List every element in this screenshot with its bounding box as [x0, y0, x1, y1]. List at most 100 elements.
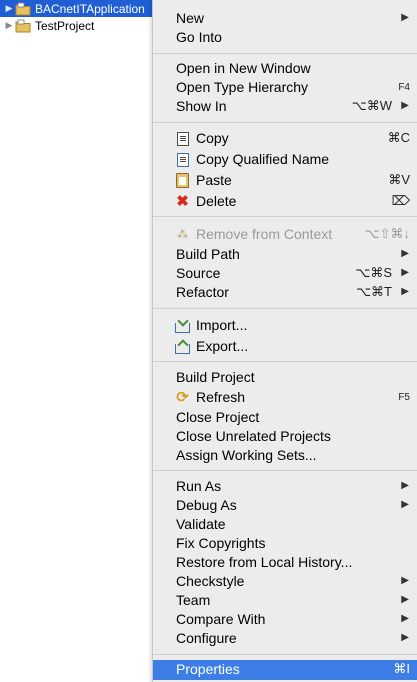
menu-item-build-path[interactable]: Build Path ▶ [153, 245, 417, 264]
delete-icon: ✖ [176, 193, 189, 210]
menu-item-remove-from-context[interactable]: ⁂ Remove from Context ⌥⇧⌘↓ [153, 225, 417, 244]
menu-item-open-type-hierarchy[interactable]: Open Type Hierarchy F4 [153, 78, 417, 97]
menu-item-fix-copyrights[interactable]: Fix Copyrights [153, 534, 417, 553]
submenu-arrow-icon: ▶ [401, 613, 409, 624]
menu-separator [153, 654, 417, 655]
menu-item-shortcut: ⌘C [387, 130, 410, 145]
menu-item-run-as[interactable]: Run As ▶ [153, 477, 417, 496]
menu-item-build-project[interactable]: Build Project [153, 368, 417, 387]
submenu-arrow-icon: ▶ [401, 267, 409, 278]
menu-item-shortcut: ⌥⌘S [355, 265, 392, 280]
menu-item-label: Remove from Context [196, 226, 333, 242]
menu-item-refresh[interactable]: ⟳ Refresh F5 [153, 388, 417, 407]
menu-item-open-in-new-window[interactable]: Open in New Window [153, 59, 417, 78]
submenu-arrow-icon: ▶ [401, 499, 409, 510]
paste-icon [175, 173, 190, 188]
menu-item-close-unrelated-projects[interactable]: Close Unrelated Projects [153, 427, 417, 446]
menu-item-label: Refresh [196, 389, 246, 405]
menu-item-label: Debug As [176, 497, 237, 513]
menu-item-label: New [176, 10, 205, 26]
eclipse-workspace: ▶ BACnetITApplication ▶ TestProject New … [0, 0, 417, 682]
menu-item-shortcut: ⌥⌘W [351, 98, 392, 113]
menu-item-checkstyle[interactable]: Checkstyle ▶ [153, 572, 417, 591]
expand-arrow-icon[interactable]: ▶ [3, 20, 15, 31]
project-folder-icon [15, 19, 31, 33]
menu-item-label: Compare With [176, 611, 266, 627]
menu-item-label: Close Project [176, 409, 260, 425]
menu-separator [153, 470, 417, 471]
menu-item-label: Checkstyle [176, 573, 245, 589]
menu-item-refactor[interactable]: Refactor ⌥⌘T ▶ [153, 283, 417, 302]
menu-item-shortcut: F4 [398, 82, 410, 93]
refresh-icon: ⟳ [176, 389, 189, 406]
menu-item-configure[interactable]: Configure ▶ [153, 629, 417, 648]
copy-icon [175, 131, 190, 146]
menu-item-label: Configure [176, 630, 237, 646]
submenu-arrow-icon: ▶ [401, 594, 409, 605]
remove-from-context-icon: ⁂ [177, 229, 188, 241]
menu-separator [153, 216, 417, 217]
menu-item-show-in[interactable]: Show In ⌥⌘W ▶ [153, 97, 417, 116]
menu-item-import[interactable]: Import... [153, 316, 417, 335]
export-icon [175, 339, 190, 354]
submenu-arrow-icon: ▶ [401, 480, 409, 491]
menu-item-label: Assign Working Sets... [176, 447, 317, 463]
menu-item-source[interactable]: Source ⌥⌘S ▶ [153, 264, 417, 283]
submenu-arrow-icon: ▶ [401, 12, 409, 23]
menu-item-label: Source [176, 265, 221, 281]
import-icon [175, 318, 190, 333]
menu-item-label: Import... [196, 317, 248, 333]
menu-item-compare-with[interactable]: Compare With ▶ [153, 610, 417, 629]
expand-arrow-icon[interactable]: ▶ [3, 3, 15, 14]
tree-item-testproject[interactable]: ▶ TestProject [0, 17, 95, 34]
menu-item-label: Build Path [176, 246, 240, 262]
menu-item-label: Open Type Hierarchy [176, 79, 309, 95]
menu-item-label: Team [176, 592, 211, 608]
menu-item-label: Restore from Local History... [176, 554, 353, 570]
menu-item-label: Close Unrelated Projects [176, 428, 331, 444]
menu-item-label: Properties [176, 661, 240, 677]
submenu-arrow-icon: ▶ [401, 100, 409, 111]
project-folder-icon [15, 2, 31, 16]
menu-item-export[interactable]: Export... [153, 337, 417, 356]
menu-item-label: Copy Qualified Name [196, 151, 330, 167]
menu-item-label: Copy [196, 130, 229, 146]
menu-item-copy[interactable]: Copy ⌘C [153, 129, 417, 148]
menu-item-label: Show In [176, 98, 227, 114]
menu-item-copy-qualified-name[interactable]: Copy Qualified Name [153, 150, 417, 169]
menu-item-shortcut: ⌥⇧⌘↓ [364, 226, 410, 241]
menu-separator [153, 122, 417, 123]
menu-item-paste[interactable]: Paste ⌘V [153, 171, 417, 190]
menu-item-label: Build Project [176, 369, 255, 385]
menu-item-close-project[interactable]: Close Project [153, 408, 417, 427]
menu-item-label: Paste [196, 172, 232, 188]
menu-item-new[interactable]: New ▶ [153, 9, 417, 28]
menu-item-shortcut: F5 [398, 392, 410, 403]
tree-item-label: BACnetITApplication [35, 1, 145, 16]
menu-separator [153, 53, 417, 54]
menu-item-assign-working-sets[interactable]: Assign Working Sets... [153, 446, 417, 465]
copy-qualified-name-icon [175, 152, 190, 167]
submenu-arrow-icon: ▶ [401, 575, 409, 586]
tree-item-label: TestProject [35, 18, 95, 33]
menu-item-shortcut: ⌥⌘T [356, 284, 392, 299]
menu-item-label: Delete [196, 193, 237, 209]
menu-item-debug-as[interactable]: Debug As ▶ [153, 496, 417, 515]
menu-item-label: Open in New Window [176, 60, 311, 76]
menu-item-label: Go Into [176, 29, 222, 45]
context-menu: New ▶ Go Into Open in New Window Open Ty… [152, 0, 417, 682]
menu-item-label: Fix Copyrights [176, 535, 266, 551]
menu-item-validate[interactable]: Validate [153, 515, 417, 534]
menu-item-go-into[interactable]: Go Into [153, 28, 417, 47]
menu-item-restore-from-local-history[interactable]: Restore from Local History... [153, 553, 417, 572]
menu-item-label: Export... [196, 338, 249, 354]
menu-item-delete[interactable]: ✖ Delete ⌦ [153, 192, 417, 211]
menu-separator [153, 361, 417, 362]
submenu-arrow-icon: ▶ [401, 248, 409, 259]
submenu-arrow-icon: ▶ [401, 286, 409, 297]
menu-item-team[interactable]: Team ▶ [153, 591, 417, 610]
menu-item-shortcut: ⌘V [388, 172, 410, 187]
menu-separator [153, 308, 417, 309]
menu-item-properties[interactable]: Properties ⌘I [153, 660, 417, 680]
submenu-arrow-icon: ▶ [401, 632, 409, 643]
